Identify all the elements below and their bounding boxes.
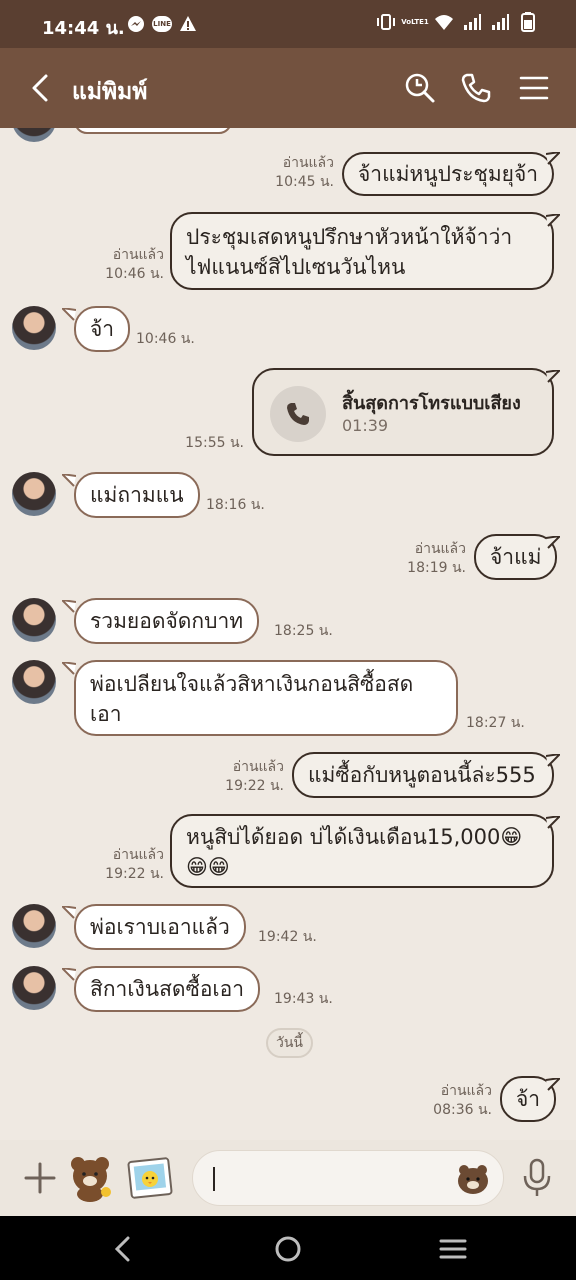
- avatar: [12, 966, 56, 1010]
- message-time: 18:16 น.: [206, 497, 265, 513]
- message-bubble-out[interactable]: แม่ซื้อกับหนูตอนนี้ล่ะ555: [292, 752, 554, 798]
- phone-icon: [461, 73, 491, 103]
- message-bubble-out[interactable]: ประชุมเสดหนูปรึกษาหัวหน้าให้จ้าว่า ไฟแนนซ…: [170, 212, 554, 290]
- signal-icon-2: [490, 12, 510, 32]
- bubble-tail: [546, 214, 560, 227]
- message-time: 18:27 น.: [466, 715, 525, 731]
- message-bubble-in[interactable]: จ้า: [74, 306, 131, 352]
- nav-recents-button[interactable]: [436, 1232, 470, 1266]
- bubble-tail: [62, 600, 76, 613]
- avatar: [12, 306, 56, 350]
- microphone-icon: [523, 1158, 551, 1196]
- signal-icon-1: [462, 12, 482, 32]
- line-icon: LINE: [152, 14, 172, 34]
- avatar: [12, 128, 56, 142]
- emoji-button[interactable]: [455, 1161, 491, 1197]
- bubble-tail: [546, 536, 560, 549]
- vibrate-icon: [376, 12, 396, 32]
- back-button[interactable]: [24, 70, 60, 106]
- home-circle-icon: [275, 1236, 301, 1262]
- bear-sticker-icon: [71, 1157, 111, 1202]
- bubble-tail: [62, 474, 76, 487]
- bubble-tail: [62, 906, 76, 919]
- menu-button[interactable]: [516, 70, 552, 106]
- status-time: 14:44 น.: [42, 18, 125, 39]
- bear-emoji-icon: [458, 1165, 488, 1194]
- messenger-icon: [126, 14, 146, 34]
- avatar: [12, 472, 56, 516]
- status-bar: 14:44 น. LINE VoLTE1: [0, 0, 576, 48]
- message-bubble-in[interactable]: รวมยอดจัดกบาท: [74, 598, 260, 644]
- message-time: 19:42 น.: [258, 929, 317, 945]
- date-separator: วันนี้: [266, 1028, 314, 1058]
- call-button[interactable]: [458, 70, 494, 106]
- menu-icon: [519, 76, 549, 100]
- warning-icon: [178, 14, 198, 34]
- message-bubble-in[interactable]: แม่ถามแน: [74, 472, 200, 518]
- message-meta: อ่านแล้ว 08:36 น.: [433, 1083, 492, 1118]
- phone-icon: [270, 386, 326, 442]
- sticker-button[interactable]: [66, 1152, 116, 1202]
- bubble-tail: [546, 816, 560, 829]
- message-time: 19:43 น.: [274, 991, 333, 1007]
- message-bubble-in[interactable]: พ่อเราบเอาแล้ว: [74, 904, 246, 950]
- partial-message-bubble: [74, 128, 232, 134]
- recents-icon: [439, 1239, 467, 1259]
- message-bubble-in[interactable]: พ่อเปลียนใจแล้วสิหาเงินกอนสิซื้อสด เอา: [74, 660, 458, 736]
- volte-icon: VoLTE1: [401, 18, 429, 26]
- add-button[interactable]: [20, 1158, 60, 1198]
- message-time: 18:25 น.: [274, 623, 333, 639]
- gallery-icon: [127, 1157, 173, 1199]
- message-bubble-out[interactable]: หนูสิบ่ได้ยอด บ่ได้เงินเดือน15,000😁 😁😁: [170, 814, 554, 888]
- gallery-button[interactable]: [126, 1154, 174, 1202]
- chat-header: แม่พิมพ์: [0, 48, 576, 128]
- wifi-icon: [434, 12, 454, 32]
- bubble-tail: [546, 370, 560, 383]
- call-card[interactable]: สิ้นสุดการโทรแบบเสียง 01:39: [252, 368, 554, 456]
- input-bar: [0, 1140, 576, 1216]
- call-title: สิ้นสุดการโทรแบบเสียง: [342, 393, 521, 414]
- voice-button[interactable]: [520, 1156, 554, 1200]
- chat-title: แม่พิมพ์: [72, 79, 148, 105]
- search-icon: [405, 73, 435, 103]
- bubble-tail: [62, 968, 76, 981]
- search-button[interactable]: [402, 70, 438, 106]
- message-meta: อ่านแล้ว 18:19 น.: [407, 541, 466, 576]
- message-input[interactable]: [192, 1150, 504, 1206]
- bubble-tail: [546, 1078, 560, 1091]
- plus-icon: [24, 1162, 56, 1194]
- call-duration: 01:39: [342, 416, 389, 435]
- avatar: [12, 598, 56, 642]
- message-meta: อ่านแล้ว 10:45 น.: [275, 155, 334, 190]
- chat-area[interactable]: อ่านแล้ว 10:45 น. จ้าแม่หนูประชุมยุจ้า อ่…: [0, 128, 576, 1140]
- chevron-left-icon: [114, 1236, 130, 1262]
- avatar: [12, 660, 56, 704]
- battery-icon: [518, 12, 538, 32]
- text-cursor: [213, 1167, 215, 1191]
- avatar: [12, 904, 56, 948]
- message-bubble-out[interactable]: จ้าแม่หนูประชุมยุจ้า: [342, 152, 555, 196]
- message-time: 10:46 น.: [136, 331, 195, 347]
- nav-back-button[interactable]: [106, 1232, 140, 1266]
- bubble-tail: [546, 754, 560, 767]
- nav-home-button[interactable]: [271, 1232, 305, 1266]
- bubble-tail: [62, 662, 76, 675]
- bubble-tail: [546, 152, 560, 165]
- message-meta: อ่านแล้ว 10:46 น.: [105, 247, 164, 282]
- message-meta: อ่านแล้ว 19:22 น.: [225, 759, 284, 794]
- system-nav-bar: [0, 1216, 576, 1280]
- message-bubble-in[interactable]: สิกาเงินสดซื้อเอา: [74, 966, 261, 1012]
- message-meta: อ่านแล้ว 19:22 น.: [105, 847, 164, 882]
- message-time: 15:55 น.: [185, 435, 244, 451]
- message-bubble-out[interactable]: จ้าแม่: [474, 534, 558, 580]
- bubble-tail: [62, 308, 76, 321]
